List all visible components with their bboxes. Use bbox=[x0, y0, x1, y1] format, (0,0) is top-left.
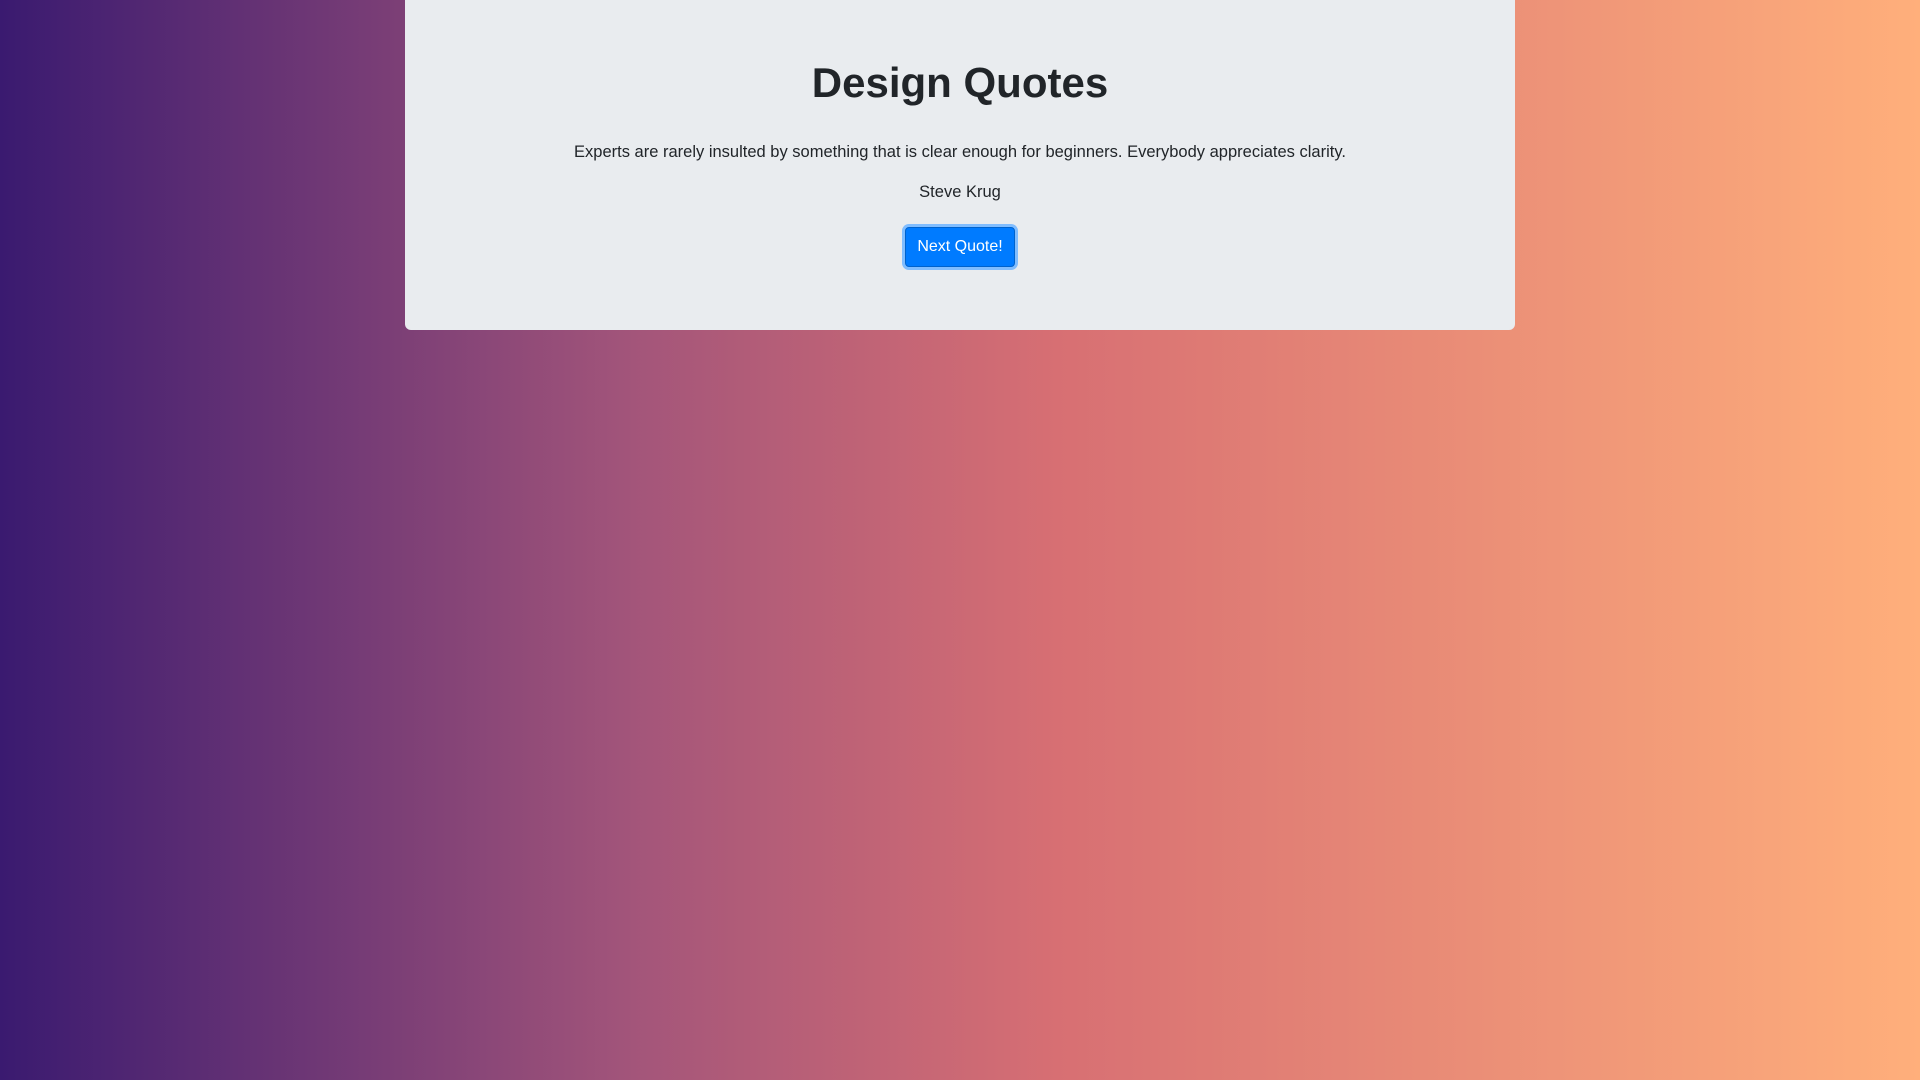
next-quote-button[interactable]: Next Quote! bbox=[905, 227, 1015, 267]
quote-author: Steve Krug bbox=[919, 183, 1001, 201]
quote-text: Experts are rarely insulted by something… bbox=[574, 143, 1346, 161]
page-title: Design Quotes bbox=[811, 59, 1109, 106]
quote-box: Design Quotes Experts are rarely insulte… bbox=[405, 0, 1515, 330]
